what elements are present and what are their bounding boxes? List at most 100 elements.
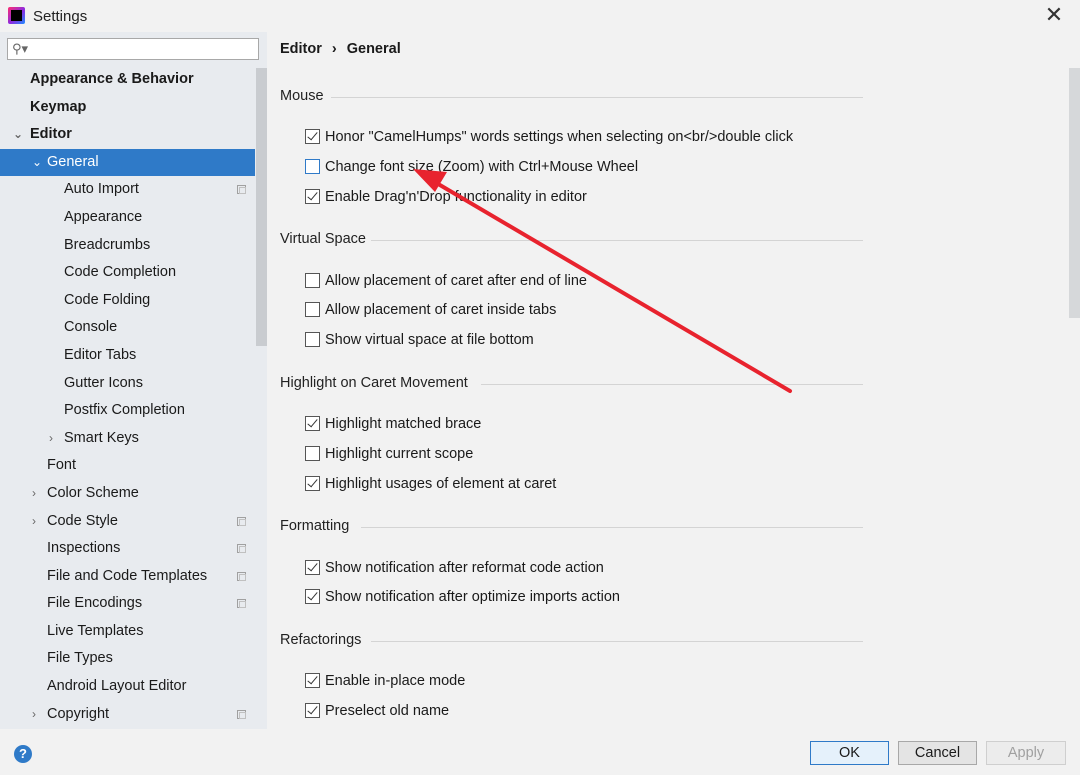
tree-item-label: File and Code Templates: [47, 567, 208, 584]
option-label: Preselect old name: [325, 703, 450, 719]
section-divider: [331, 97, 863, 98]
checkbox-checked[interactable]: [305, 476, 320, 491]
tree-item-editor-tabs[interactable]: Editor Tabs: [0, 342, 255, 370]
tree-item-label: Live Templates: [47, 622, 144, 639]
apply-button[interactable]: Apply: [986, 741, 1066, 765]
option-label: Allow placement of caret after end of li…: [325, 273, 587, 289]
breadcrumb-separator: ›: [331, 41, 337, 57]
tree-item-label: Keymap: [30, 98, 87, 115]
checkbox-unchecked[interactable]: [305, 446, 320, 461]
project-scope-icon: [237, 571, 246, 581]
content-scrollbar[interactable]: [1069, 68, 1080, 318]
checkbox-checked[interactable]: [305, 703, 320, 718]
sidebar-scrollbar[interactable]: [256, 68, 267, 346]
breadcrumb-current: General: [346, 41, 401, 57]
tree-item-label: Inspections: [47, 540, 121, 557]
tree-item-file-code-templates[interactable]: File and Code Templates: [0, 563, 255, 591]
tree-item-editor[interactable]: ⌄ Editor: [0, 121, 255, 149]
tree-item-gutter-icons[interactable]: Gutter Icons: [0, 370, 255, 398]
chevron-right-icon[interactable]: ›: [32, 508, 36, 536]
settings-tree: Appearance & Behavior Keymap ⌄ Editor ⌄ Ge…: [0, 66, 255, 728]
settings-sidebar: ⚲▾ Appearance & Behavior Keymap ⌄ Editor …: [0, 32, 267, 729]
checkbox-checked[interactable]: [305, 416, 320, 431]
tree-item-appearance-behavior[interactable]: Appearance & Behavior: [0, 66, 255, 94]
option-label: Highlight current scope: [325, 446, 474, 462]
tree-item-label: Smart Keys: [64, 429, 139, 446]
tree-item-label: File Types: [47, 650, 113, 667]
tree-item-font[interactable]: Font: [0, 452, 255, 480]
tree-item-general[interactable]: ⌄ General: [0, 148, 255, 177]
checkbox-checked[interactable]: [305, 189, 320, 204]
option-label: Highlight matched brace: [325, 416, 482, 432]
search-icon: ⚲▾: [12, 41, 29, 56]
chevron-down-icon[interactable]: ⌄: [13, 121, 23, 149]
section-title-caret-movement: Highlight on Caret Movement: [280, 375, 468, 391]
tree-item-label: Code Folding: [64, 291, 151, 308]
tree-item-label: Appearance & Behavior: [30, 71, 194, 87]
tree-item-label: Auto Import: [64, 181, 139, 198]
option-label: Enable Drag'n'Drop functionality in edit…: [325, 189, 587, 205]
breadcrumb: Editor › General: [280, 41, 401, 57]
checkbox-checked[interactable]: [305, 673, 320, 688]
tree-item-copyright[interactable]: › Copyright: [0, 701, 255, 729]
tree-item-label: Appearance: [64, 208, 143, 225]
option-label: Allow placement of caret inside tabs: [325, 302, 557, 318]
breadcrumb-parent[interactable]: Editor: [280, 41, 322, 57]
tree-item-label: Editor Tabs: [64, 346, 137, 363]
tree-item-auto-import[interactable]: Auto Import: [0, 176, 255, 204]
cancel-button[interactable]: Cancel: [898, 741, 977, 765]
tree-item-keymap[interactable]: Keymap: [0, 94, 255, 122]
section-title-refactorings: Refactorings: [280, 632, 362, 648]
tree-item-color-scheme[interactable]: › Color Scheme: [0, 480, 255, 508]
checkbox-unchecked[interactable]: [305, 273, 320, 288]
search-input[interactable]: ⚲▾: [7, 38, 259, 60]
tree-item-live-templates[interactable]: Live Templates: [0, 618, 255, 646]
tree-item-label: Font: [47, 457, 77, 474]
chevron-right-icon[interactable]: ›: [32, 480, 36, 508]
project-scope-icon: [237, 709, 246, 719]
tree-item-postfix-completion[interactable]: Postfix Completion: [0, 397, 255, 425]
title-bar: Settings ✕: [0, 0, 1080, 32]
option-label: Highlight usages of element at caret: [325, 476, 557, 492]
tree-item-code-completion[interactable]: Code Completion: [0, 259, 255, 287]
option-label: Enable in-place mode: [325, 673, 466, 689]
option-label: Show virtual space at file bottom: [325, 332, 534, 348]
ok-button[interactable]: OK: [810, 741, 889, 765]
tree-item-console[interactable]: Console: [0, 314, 255, 342]
tree-item-code-style[interactable]: › Code Style: [0, 508, 255, 536]
tree-item-smart-keys[interactable]: › Smart Keys: [0, 425, 255, 453]
help-icon[interactable]: ?: [14, 745, 32, 763]
tree-item-code-folding[interactable]: Code Folding: [0, 287, 255, 315]
section-title-formatting: Formatting: [280, 518, 350, 534]
tree-item-inspections[interactable]: Inspections: [0, 535, 255, 563]
tree-item-appearance[interactable]: Appearance: [0, 204, 255, 232]
option-label: Show notification after optimize imports…: [325, 589, 620, 605]
section-divider: [371, 641, 863, 642]
close-icon[interactable]: ✕: [1041, 2, 1067, 28]
section-divider: [371, 240, 863, 241]
checkbox-checked[interactable]: [305, 589, 320, 604]
tree-item-label: Color Scheme: [47, 484, 139, 501]
app-logo-icon: [8, 7, 25, 24]
option-label: Honor "CamelHumps" words settings when s…: [325, 129, 794, 145]
section-divider: [481, 384, 863, 385]
section-title-virtual-space: Virtual Space: [280, 231, 366, 247]
project-scope-icon: [237, 516, 246, 526]
chevron-right-icon[interactable]: ›: [32, 701, 36, 729]
chevron-down-icon[interactable]: ⌄: [32, 149, 42, 177]
tree-item-breadcrumbs[interactable]: Breadcrumbs: [0, 232, 255, 260]
tree-item-label: Android Layout Editor: [47, 678, 187, 695]
tree-item-android-layout-editor[interactable]: Android Layout Editor: [0, 673, 255, 701]
checkbox-unchecked[interactable]: [305, 332, 320, 347]
tree-item-file-types[interactable]: File Types: [0, 645, 255, 673]
checkbox-checked[interactable]: [305, 560, 320, 575]
section-divider: [361, 527, 863, 528]
tree-item-label: General: [47, 153, 99, 170]
tree-item-file-encodings[interactable]: File Encodings: [0, 590, 255, 618]
tree-item-label: Copyright: [47, 705, 110, 722]
tree-item-label: Breadcrumbs: [64, 236, 151, 253]
chevron-right-icon[interactable]: ›: [49, 425, 53, 453]
checkbox-unchecked[interactable]: [305, 302, 320, 317]
checkbox-checked[interactable]: [305, 129, 320, 144]
checkbox-unchecked[interactable]: [305, 159, 320, 174]
